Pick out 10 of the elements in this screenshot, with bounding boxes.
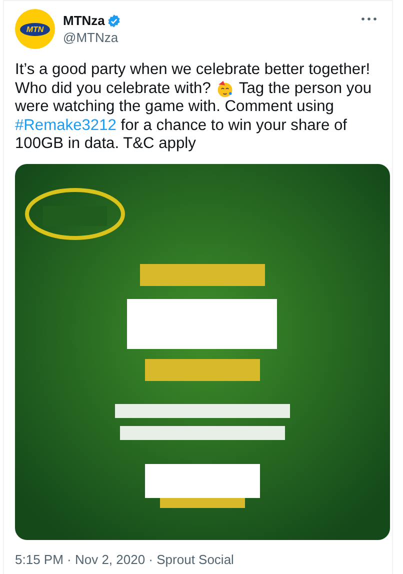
tweet-text: Who did you celebrate with? [15,80,211,98]
more-options-icon[interactable] [361,17,377,21]
tweet-text: Tag the person you [238,80,372,98]
tweet-text: It’s a good party when we celebrate better together! [15,61,370,80]
author-name[interactable]: MTNza [63,13,105,28]
tweet-text: were watching the game with. Comment using #Remake3212 for a chance to win your share of 100GB in data. T&C apply [15,98,348,154]
author-handle[interactable]: @MTNza [63,30,353,45]
party-face-icon [216,80,234,98]
tweet-timestamp[interactable]: 5:15 PM · Nov 2, 2020 · Sprout Social [15,552,381,567]
avatar-logo[interactable]: MTN [15,9,55,49]
